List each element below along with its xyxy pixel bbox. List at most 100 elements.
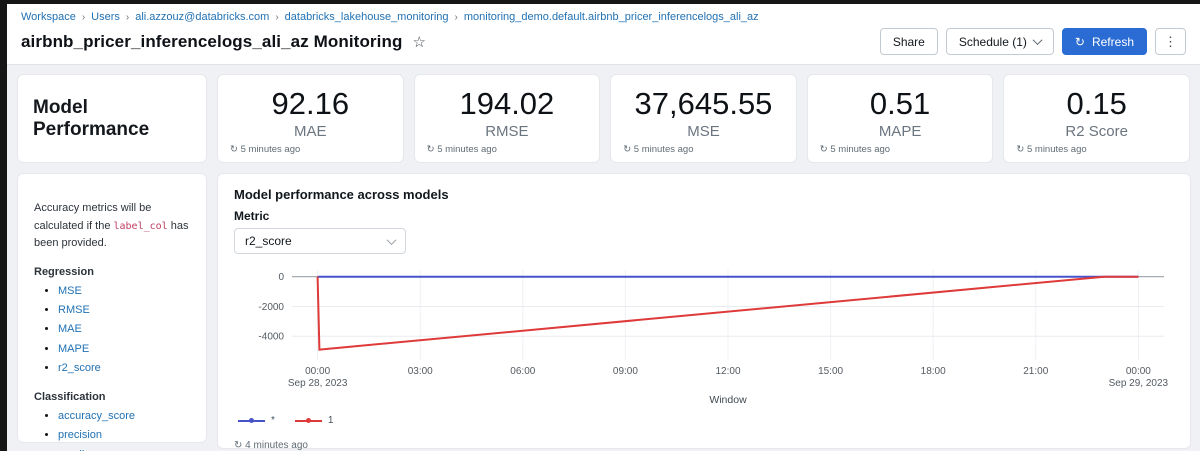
refresh-icon: ↻ [230, 144, 238, 155]
metric-label: MAE [294, 123, 327, 140]
metric-card: 0.15R2 Score ↻ 5 minutes ago [1003, 74, 1190, 163]
sidebar-metric-link[interactable]: precision [58, 429, 102, 441]
chart-x-axis-title: Window [234, 394, 1174, 406]
chevron-down-icon [387, 235, 397, 245]
metric-updated-timestamp: ↻ 5 minutes ago [623, 144, 693, 155]
list-item: recall [58, 446, 190, 451]
section-title: Model Performance [33, 97, 191, 141]
metric-select[interactable]: r2_score [234, 228, 406, 254]
metric-value: 37,645.55 [635, 86, 773, 122]
svg-text:18:00: 18:00 [921, 366, 946, 377]
metric-value: 0.15 [1067, 86, 1127, 122]
legend-line-swatch [238, 420, 265, 422]
sidebar-description: Accuracy metrics will be calculated if t… [34, 200, 190, 253]
schedule-button[interactable]: Schedule (1) [946, 28, 1054, 55]
sidebar-metric-link[interactable]: MAE [58, 323, 82, 335]
label-col-code: label_col [114, 221, 168, 232]
screenshot-frame: Workspace › Users › ali.azzouz@databricks.co… [0, 0, 1200, 451]
sidebar-group-heading: Regression [34, 266, 190, 278]
breadcrumb-separator: › [82, 12, 85, 23]
dashboard-page: Workspace › Users › ali.azzouz@databricks.co… [7, 4, 1200, 451]
list-item: MAE [58, 320, 190, 339]
breadcrumb-link[interactable]: Users [91, 11, 120, 23]
metric-updated-timestamp: ↻ 5 minutes ago [1016, 144, 1086, 155]
sidebar-group-heading: Classification [34, 391, 190, 403]
list-item: r2_score [58, 359, 190, 378]
metric-value: 0.51 [870, 86, 930, 122]
svg-text:21:00: 21:00 [1023, 366, 1048, 377]
page-header: Workspace › Users › ali.azzouz@databricks.co… [7, 4, 1200, 65]
chart-legend: *1 [234, 415, 1174, 426]
share-button[interactable]: Share [880, 28, 938, 55]
breadcrumb-separator: › [455, 12, 458, 23]
breadcrumb: Workspace › Users › ali.azzouz@databricks.co… [21, 11, 1186, 23]
breadcrumb-separator: › [126, 12, 129, 23]
sidebar-metric-link[interactable]: accuracy_score [58, 410, 135, 422]
refresh-icon: ↻ [1075, 35, 1085, 49]
breadcrumb-link[interactable]: Workspace [21, 11, 76, 23]
svg-text:12:00: 12:00 [715, 366, 740, 377]
page-title: airbnb_pricer_inferencelogs_ali_az Monit… [21, 32, 402, 52]
metric-card: 194.02RMSE↻ 5 minutes ago [414, 74, 601, 163]
refresh-icon: ↻ [234, 440, 242, 451]
refresh-icon: ↻ [820, 144, 828, 155]
section-title-card: Model Performance [17, 74, 207, 163]
metric-select-label: Metric [234, 209, 1174, 223]
metric-value: 92.16 [272, 86, 350, 122]
list-item: precision [58, 426, 190, 445]
metric-cards-group: 92.16MAE ↻ 5 minutes ago 194.02RMSE ↻ 5 min… [217, 74, 1190, 163]
sidebar-link-groups: Regression MSE RMSE MAE MAPE r2_score Classifi… [34, 266, 190, 451]
chart-row: Accuracy metrics will be calculated if t… [17, 173, 1190, 449]
svg-text:03:00: 03:00 [408, 366, 433, 377]
svg-text:0: 0 [278, 272, 284, 283]
svg-text:15:00: 15:00 [818, 366, 843, 377]
refresh-icon: ↻ [1016, 144, 1024, 155]
list-item: RMSE [58, 301, 190, 320]
refresh-icon: ↻ [427, 144, 435, 155]
kebab-menu-button[interactable]: ⋮ [1155, 28, 1186, 55]
refresh-button[interactable]: ↻ Refresh [1062, 28, 1147, 55]
metric-select-value: r2_score [245, 234, 292, 248]
svg-text:Sep 28, 2023: Sep 28, 2023 [288, 378, 348, 388]
list-item: MSE [58, 282, 190, 301]
header-actions: Share Schedule (1) ↻ Refresh ⋮ [880, 28, 1186, 55]
title-row: airbnb_pricer_inferencelogs_ali_az Monit… [21, 28, 1186, 55]
metric-card: 0.51MAPE↻ 5 minutes ago [807, 74, 994, 163]
metric-updated-timestamp: ↻ 5 minutes ago [820, 144, 890, 155]
sidebar-card: Accuracy metrics will be calculated if t… [17, 173, 207, 443]
legend-item[interactable]: 1 [295, 415, 334, 426]
chevron-down-icon [1032, 35, 1042, 45]
breadcrumb-link[interactable]: databricks_lakehouse_monitoring [285, 11, 449, 23]
sidebar-metric-link[interactable]: MAPE [58, 343, 89, 355]
metrics-row: Model Performance 92.16MAE ↻ 5 minutes ag… [17, 74, 1190, 163]
breadcrumb-link[interactable]: ali.azzouz@databricks.com [135, 11, 269, 23]
svg-text:00:00: 00:00 [1126, 366, 1151, 377]
list-item: accuracy_score [58, 407, 190, 426]
refresh-button-label: Refresh [1092, 35, 1134, 49]
favorite-star-icon[interactable]: ☆ [412, 33, 425, 51]
refresh-icon: ↻ [623, 144, 631, 155]
sidebar-metric-link[interactable]: r2_score [58, 362, 101, 374]
schedule-button-label: Schedule (1) [959, 35, 1027, 49]
breadcrumb-separator: › [275, 12, 278, 23]
svg-text:Sep 29, 2023: Sep 29, 2023 [1109, 378, 1169, 388]
metric-label: MSE [687, 123, 720, 140]
metric-updated-timestamp: ↻ 5 minutes ago [230, 144, 300, 155]
svg-text:-4000: -4000 [258, 332, 284, 343]
metric-card: 37,645.55MSE ↻ 5 minutes ago [610, 74, 797, 163]
metric-card: 92.16MAE ↻ 5 minutes ago [217, 74, 404, 163]
sidebar-metric-link[interactable]: MSE [58, 285, 82, 297]
svg-text:09:00: 09:00 [613, 366, 638, 377]
metric-label: R2 Score [1065, 123, 1128, 140]
line-chart[interactable]: 0-2000-400000:00Sep 28, 202303:0006:0009… [234, 264, 1174, 393]
sidebar-link-list: MSE RMSE MAE MAPE r2_score [34, 282, 190, 378]
breadcrumb-link[interactable]: monitoring_demo.default.airbnb_pricer_in… [464, 11, 759, 23]
svg-text:00:00: 00:00 [305, 366, 330, 377]
sidebar-link-list: accuracy_scoreprecisionrecallf1_scorecon… [34, 407, 190, 451]
sidebar-metric-link[interactable]: RMSE [58, 304, 90, 316]
metric-value: 194.02 [459, 86, 554, 122]
legend-item[interactable]: * [238, 415, 275, 426]
chart-updated-timestamp: ↻ 4 minutes ago [234, 440, 1174, 451]
metric-label: RMSE [485, 123, 528, 140]
legend-label: * [271, 415, 275, 426]
